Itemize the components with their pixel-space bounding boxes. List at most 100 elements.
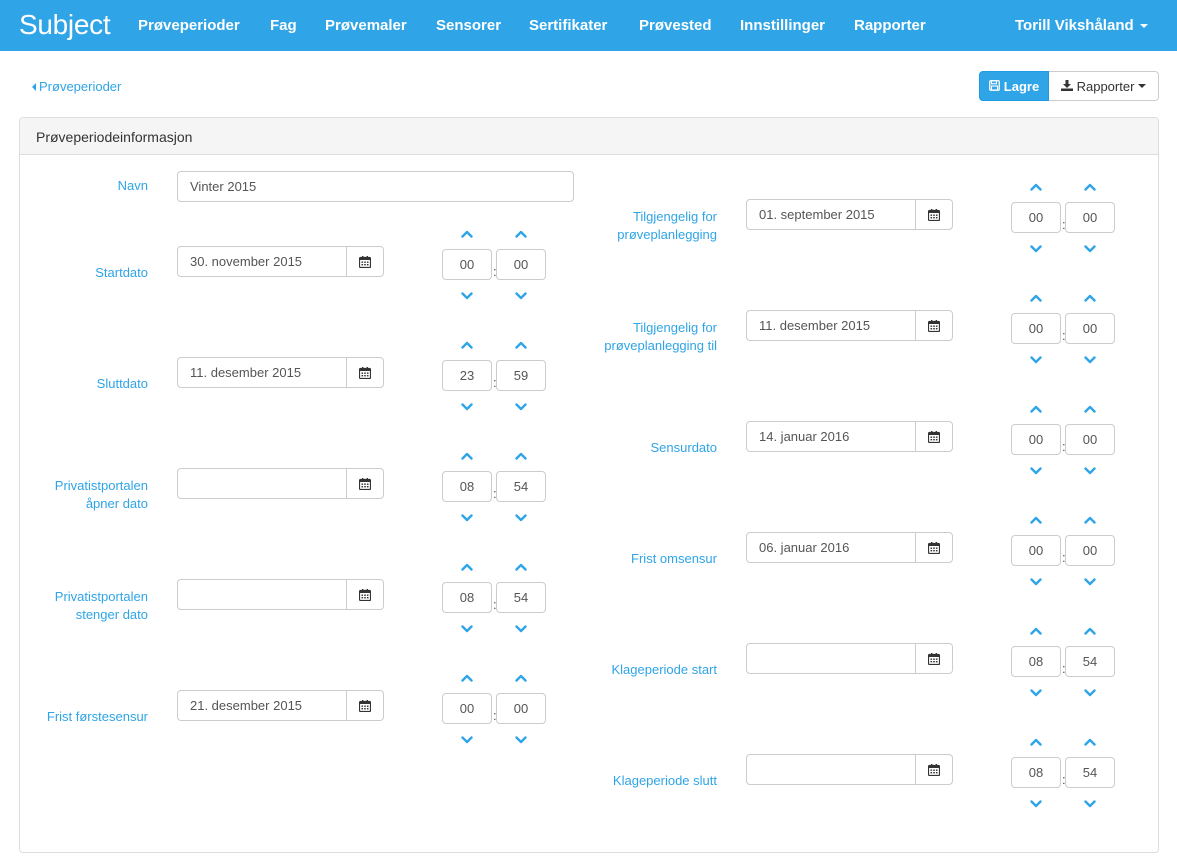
nav-item-innstillinger[interactable]: Innstillinger xyxy=(740,17,825,35)
increment-minute-button[interactable] xyxy=(1080,513,1100,527)
name-input[interactable]: Vinter 2015 xyxy=(177,171,574,202)
hour-input[interactable]: 08 xyxy=(442,471,492,502)
back-link[interactable]: Prøveperioder xyxy=(32,79,121,95)
hour-input[interactable]: 00 xyxy=(1011,535,1061,566)
decrement-minute-button[interactable] xyxy=(511,400,531,414)
increment-minute-button[interactable] xyxy=(511,560,531,574)
decrement-hour-button[interactable] xyxy=(457,622,477,636)
increment-minute-button[interactable] xyxy=(511,671,531,685)
decrement-hour-button[interactable] xyxy=(1026,242,1046,256)
increment-minute-button[interactable] xyxy=(1080,735,1100,749)
calendar-button[interactable] xyxy=(915,199,953,230)
increment-minute-button[interactable] xyxy=(511,338,531,352)
decrement-hour-button[interactable] xyxy=(1026,575,1046,589)
increment-hour-button[interactable] xyxy=(1026,180,1046,194)
calendar-button[interactable] xyxy=(346,246,384,277)
decrement-minute-button[interactable] xyxy=(1080,353,1100,367)
decrement-minute-button[interactable] xyxy=(511,622,531,636)
date-input[interactable]: 11. desember 2015 xyxy=(177,357,347,388)
decrement-minute-button[interactable] xyxy=(511,733,531,747)
date-input[interactable]: 30. november 2015 xyxy=(177,246,347,277)
calendar-button[interactable] xyxy=(915,643,953,674)
user-menu[interactable]: Torill Vikshåland xyxy=(1015,17,1148,35)
date-input[interactable]: 11. desember 2015 xyxy=(746,310,916,341)
increment-hour-button[interactable] xyxy=(1026,402,1046,416)
minute-input[interactable]: 00 xyxy=(1065,424,1115,455)
decrement-minute-button[interactable] xyxy=(1080,797,1100,811)
decrement-hour-button[interactable] xyxy=(1026,353,1046,367)
date-input[interactable]: 06. januar 2016 xyxy=(746,532,916,563)
date-input[interactable]: 21. desember 2015 xyxy=(177,690,347,721)
calendar-button[interactable] xyxy=(346,690,384,721)
nav-item-provested[interactable]: Prøvested xyxy=(639,17,712,35)
increment-hour-button[interactable] xyxy=(1026,735,1046,749)
increment-minute-button[interactable] xyxy=(1080,180,1100,194)
increment-minute-button[interactable] xyxy=(511,227,531,241)
report-dropdown-button[interactable]: Rapporter xyxy=(1049,71,1159,101)
nav-item-provemaler[interactable]: Prøvemaler xyxy=(325,17,407,35)
calendar-button[interactable] xyxy=(346,468,384,499)
calendar-button[interactable] xyxy=(915,310,953,341)
decrement-minute-button[interactable] xyxy=(1080,464,1100,478)
nav-item-fag[interactable]: Fag xyxy=(270,17,297,35)
date-input[interactable] xyxy=(177,579,347,610)
date-input[interactable] xyxy=(177,468,347,499)
hour-input[interactable]: 08 xyxy=(442,582,492,613)
increment-hour-button[interactable] xyxy=(457,671,477,685)
hour-input[interactable]: 08 xyxy=(1011,757,1061,788)
decrement-hour-button[interactable] xyxy=(457,511,477,525)
increment-hour-button[interactable] xyxy=(1026,624,1046,638)
increment-minute-button[interactable] xyxy=(511,449,531,463)
decrement-hour-button[interactable] xyxy=(457,289,477,303)
minute-input[interactable]: 54 xyxy=(1065,646,1115,677)
calendar-button[interactable] xyxy=(915,532,953,563)
minute-input[interactable]: 54 xyxy=(496,582,546,613)
calendar-button[interactable] xyxy=(915,421,953,452)
hour-input[interactable]: 00 xyxy=(1011,202,1061,233)
decrement-minute-button[interactable] xyxy=(1080,242,1100,256)
calendar-button[interactable] xyxy=(915,754,953,785)
increment-hour-button[interactable] xyxy=(457,560,477,574)
decrement-minute-button[interactable] xyxy=(1080,575,1100,589)
calendar-button[interactable] xyxy=(346,579,384,610)
minute-input[interactable]: 00 xyxy=(496,693,546,724)
decrement-hour-button[interactable] xyxy=(1026,464,1046,478)
nav-item-sertifikater[interactable]: Sertifikater xyxy=(529,17,607,35)
minute-input[interactable]: 59 xyxy=(496,360,546,391)
minute-input[interactable]: 54 xyxy=(496,471,546,502)
date-input[interactable] xyxy=(746,754,916,785)
decrement-minute-button[interactable] xyxy=(1080,686,1100,700)
minute-input[interactable]: 00 xyxy=(1065,202,1115,233)
nav-item-rapporter[interactable]: Rapporter xyxy=(854,17,926,35)
nav-item-sensorer[interactable]: Sensorer xyxy=(436,17,501,35)
hour-input[interactable]: 00 xyxy=(442,249,492,280)
hour-input[interactable]: 00 xyxy=(1011,424,1061,455)
hour-input[interactable]: 23 xyxy=(442,360,492,391)
nav-item-proveperioder[interactable]: Prøveperioder xyxy=(138,17,240,35)
increment-hour-button[interactable] xyxy=(457,227,477,241)
minute-input[interactable]: 00 xyxy=(1065,535,1115,566)
calendar-button[interactable] xyxy=(346,357,384,388)
decrement-hour-button[interactable] xyxy=(457,733,477,747)
date-input[interactable] xyxy=(746,643,916,674)
decrement-hour-button[interactable] xyxy=(1026,797,1046,811)
decrement-hour-button[interactable] xyxy=(1026,686,1046,700)
hour-input[interactable]: 00 xyxy=(1011,313,1061,344)
minute-input[interactable]: 54 xyxy=(1065,757,1115,788)
date-input[interactable]: 01. september 2015 xyxy=(746,199,916,230)
hour-input[interactable]: 00 xyxy=(442,693,492,724)
save-button[interactable]: Lagre xyxy=(979,71,1049,101)
decrement-minute-button[interactable] xyxy=(511,289,531,303)
decrement-hour-button[interactable] xyxy=(457,400,477,414)
decrement-minute-button[interactable] xyxy=(511,511,531,525)
minute-input[interactable]: 00 xyxy=(496,249,546,280)
date-input[interactable]: 14. januar 2016 xyxy=(746,421,916,452)
minute-input[interactable]: 00 xyxy=(1065,313,1115,344)
brand-logo[interactable]: Subject xyxy=(19,9,111,41)
increment-minute-button[interactable] xyxy=(1080,402,1100,416)
increment-minute-button[interactable] xyxy=(1080,624,1100,638)
increment-hour-button[interactable] xyxy=(457,449,477,463)
increment-hour-button[interactable] xyxy=(1026,291,1046,305)
increment-hour-button[interactable] xyxy=(1026,513,1046,527)
increment-minute-button[interactable] xyxy=(1080,291,1100,305)
